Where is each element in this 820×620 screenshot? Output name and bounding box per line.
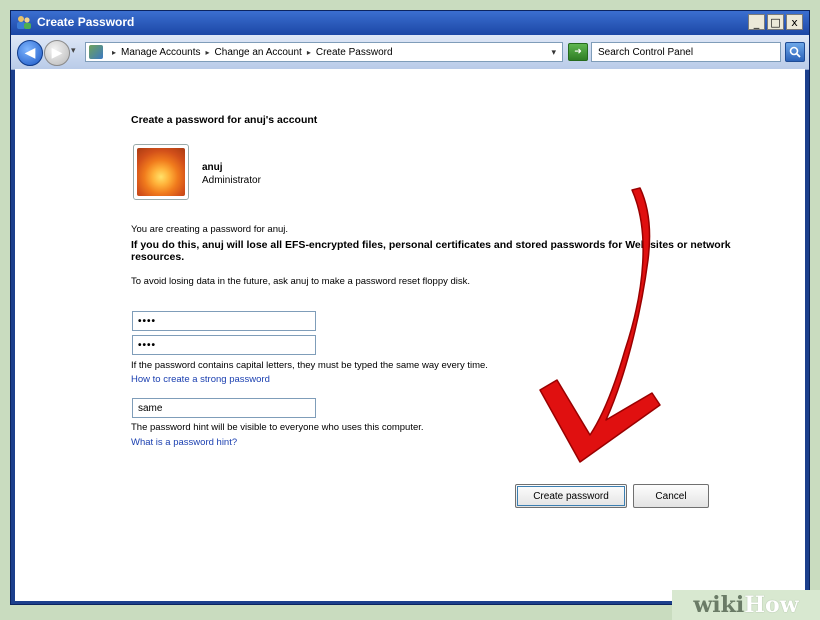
window-title: Create Password [37,15,135,29]
address-box[interactable]: ▸ Manage Accounts ▸ Change an Account ▸ … [85,42,563,62]
warning-text: If you do this, anuj will lose all EFS-e… [131,239,731,263]
forward-button[interactable]: ▶ [44,40,70,66]
forward-arrow-icon: ▶ [51,45,63,61]
cancel-button[interactable]: Cancel [633,484,709,508]
control-panel-icon [89,45,103,59]
wikihow-watermark: wiki How [672,590,820,620]
search-placeholder: Search Control Panel [598,46,694,58]
window-controls: _ □ x [748,14,803,30]
crumb-separator: ▸ [306,47,311,57]
crumb-separator: ▸ [205,47,210,57]
minimize-button[interactable]: _ [748,14,765,30]
breadcrumb-manage-accounts[interactable]: Manage Accounts [121,47,201,58]
maximize-button[interactable]: □ [767,14,784,30]
users-icon [17,16,31,29]
back-arrow-icon: ◀ [24,45,36,61]
user-picture [137,148,185,196]
user-role: Administrator [202,175,261,186]
create-password-button[interactable]: Create password [515,484,627,508]
new-password-field[interactable]: •••• [132,311,316,331]
window: Create Password _ □ x ◀ ▶ ▾ ▸ Manage Acc… [10,10,810,605]
watermark-how: How [744,592,799,618]
search-icon [789,46,801,58]
strong-password-link[interactable]: How to create a strong password [131,374,270,385]
user-name: anuj [202,162,223,173]
address-dropdown[interactable]: ▾ [551,47,556,58]
go-icon: ➜ [574,47,582,57]
crumb-separator: ▸ [112,47,117,57]
search-button[interactable] [785,42,805,62]
case-note-text: If the password contains capital letters… [131,360,488,371]
password-hint-field[interactable]: same [132,398,316,418]
back-button[interactable]: ◀ [17,40,43,66]
info-text: You are creating a password for anuj. [131,224,289,235]
breadcrumb-create-password[interactable]: Create Password [316,47,393,58]
password-hint-link[interactable]: What is a password hint? [131,437,237,448]
search-input[interactable]: Search Control Panel [591,42,781,62]
navigation-bar: ◀ ▶ ▾ ▸ Manage Accounts ▸ Change an Acco… [11,35,809,70]
go-button[interactable]: ➜ [568,43,588,61]
watermark-wiki: wiki [693,592,745,618]
confirm-password-field[interactable]: •••• [132,335,316,355]
hint-note-text: The password hint will be visible to eve… [131,422,424,433]
avatar [133,144,189,200]
recent-pages-dropdown[interactable]: ▾ [71,46,76,56]
advice-text: To avoid losing data in the future, ask … [131,276,471,287]
content-pane: Create a password for anuj's account anu… [15,69,805,601]
title-bar: Create Password _ □ x [11,11,809,35]
close-button[interactable]: x [786,14,803,30]
breadcrumb-change-account[interactable]: Change an Account [215,47,302,58]
page-title: Create a password for anuj's account [131,114,318,126]
